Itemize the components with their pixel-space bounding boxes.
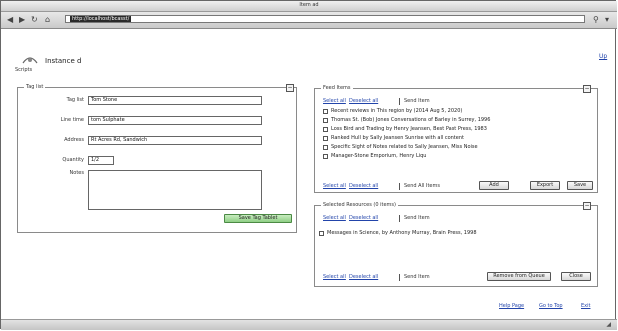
item-checkbox[interactable]	[323, 144, 328, 150]
item-checkbox[interactable]	[323, 135, 328, 141]
item-checkbox[interactable]	[323, 117, 328, 123]
panel-legend: Feed Items	[321, 85, 353, 91]
feed-items-panel: Feed Items − Select all Deselect all Sen…	[314, 85, 598, 193]
list-item: Recent reviews in This region by (2014 A…	[323, 108, 462, 115]
item-text: Recent reviews in This region by (2014 A…	[331, 108, 463, 114]
send-all-items-text: Send All Items	[404, 183, 440, 189]
deselect-all-link[interactable]: Deselect all	[349, 98, 378, 104]
save-tag-button[interactable]: Save Tag Tablet	[224, 214, 292, 223]
list-item: Ranked Hull by Sally Jeansen Sunrise wit…	[323, 135, 464, 142]
field-label: Notes	[69, 170, 84, 176]
menu-icon[interactable]: ▾	[605, 15, 609, 24]
quantity-input[interactable]: 1/2	[88, 156, 114, 165]
separator	[399, 98, 400, 105]
url-text: http://localhost/bcasst/	[70, 16, 132, 22]
field-label: Line time	[60, 117, 84, 123]
item-checkbox[interactable]	[319, 230, 324, 236]
select-all-link[interactable]: Select all	[323, 98, 346, 104]
list-item: Specific Sight of Notes related to Sally…	[323, 144, 478, 151]
send-item-text: Send Item	[404, 98, 430, 104]
address-bar[interactable]: http://localhost/bcasst/	[65, 15, 585, 23]
item-text: Specific Sight of Notes related to Sally…	[331, 144, 478, 150]
field-label: Quantity	[62, 157, 84, 163]
list-item: Loss Bird and Trading by Henry Jeansen, …	[323, 126, 487, 133]
separator	[399, 274, 400, 281]
item-text: Manager-Stone Emporium, Henry Liqu	[331, 153, 427, 159]
item-checkbox[interactable]	[323, 126, 328, 132]
item-text: Thomas St. (Bob) Jones Conversations of …	[331, 117, 491, 123]
field-label: Address	[64, 137, 84, 143]
search-icon[interactable]: ⚲	[593, 15, 599, 24]
select-all-link[interactable]: Select all	[323, 274, 346, 280]
panel-legend: Tag list	[24, 84, 46, 90]
list-item: Manager-Stone Emporium, Henry Liqu	[323, 153, 426, 160]
send-item-text: Send Item	[404, 215, 430, 221]
status-bar: ◢	[1, 319, 617, 330]
item-checkbox[interactable]	[323, 108, 328, 114]
select-all-link[interactable]: Select all	[323, 183, 346, 189]
forward-icon[interactable]: ▶	[19, 15, 25, 24]
item-text: Ranked Hull by Sally Jeansen Sunrise wit…	[331, 135, 464, 141]
save-button[interactable]: Save	[567, 181, 593, 190]
select-all-link[interactable]: Select all	[323, 215, 346, 221]
list-item: Messages in Science, by Anthony Murray, …	[319, 230, 477, 237]
separator	[399, 215, 400, 222]
home-icon[interactable]: ⌂	[45, 15, 50, 24]
back-icon[interactable]: ◀	[7, 15, 13, 24]
separator	[399, 183, 400, 190]
tag-list-input[interactable]: Tom Stone	[88, 96, 262, 105]
close-button[interactable]: Close	[561, 272, 591, 281]
send-item-text: Send Item	[404, 274, 430, 280]
selected-resources-panel: Selected Resources (0 items) − Select al…	[314, 202, 598, 287]
reload-icon[interactable]: ↻	[31, 15, 38, 24]
deselect-all-link[interactable]: Deselect all	[349, 215, 378, 221]
help-page-link[interactable]: Help Page	[499, 303, 524, 309]
top-link[interactable]: Up	[599, 53, 607, 60]
line-time-input[interactable]: tom Sulphate	[88, 116, 262, 125]
list-item: Thomas St. (Bob) Jones Conversations of …	[323, 117, 490, 124]
item-text: Messages in Science, by Anthony Murray, …	[327, 230, 477, 236]
notes-textarea[interactable]	[88, 170, 262, 210]
resize-grip-icon[interactable]: ◢	[606, 321, 611, 328]
item-checkbox[interactable]	[323, 153, 328, 159]
collapse-icon[interactable]: −	[583, 85, 591, 93]
page-title: Instance d	[45, 57, 82, 65]
export-button[interactable]: Export	[530, 181, 560, 190]
address-input[interactable]: Rt Acres Rd, Sandwich	[88, 136, 262, 145]
deselect-all-link[interactable]: Deselect all	[349, 274, 378, 280]
panel-legend: Selected Resources (0 items)	[321, 202, 398, 208]
browser-window: Item ad ◀ ▶ ↻ ⌂ http://localhost/bcasst/…	[0, 0, 617, 330]
browser-toolbar: ◀ ▶ ↻ ⌂ http://localhost/bcasst/ ⚲ ▾	[1, 12, 617, 29]
title-bar: Item ad	[1, 1, 617, 12]
item-text: Loss Bird and Trading by Henry Jeansen, …	[331, 126, 487, 132]
go-to-top-link[interactable]: Go to Top	[539, 303, 563, 309]
collapse-icon[interactable]: −	[286, 84, 294, 92]
tag-list-panel: Tag list − Tag list Tom Stone Line time …	[17, 84, 297, 233]
window-title: Item ad	[299, 2, 319, 8]
exit-link[interactable]: Exit	[581, 303, 590, 309]
add-button[interactable]: Add	[479, 181, 509, 190]
collapse-icon[interactable]: −	[583, 202, 591, 210]
logo-caption: Scripts	[15, 67, 33, 73]
field-label: Tag list	[66, 97, 84, 103]
remove-from-queue-button[interactable]: Remove from Queue	[487, 272, 551, 281]
deselect-all-link[interactable]: Deselect all	[349, 183, 378, 189]
